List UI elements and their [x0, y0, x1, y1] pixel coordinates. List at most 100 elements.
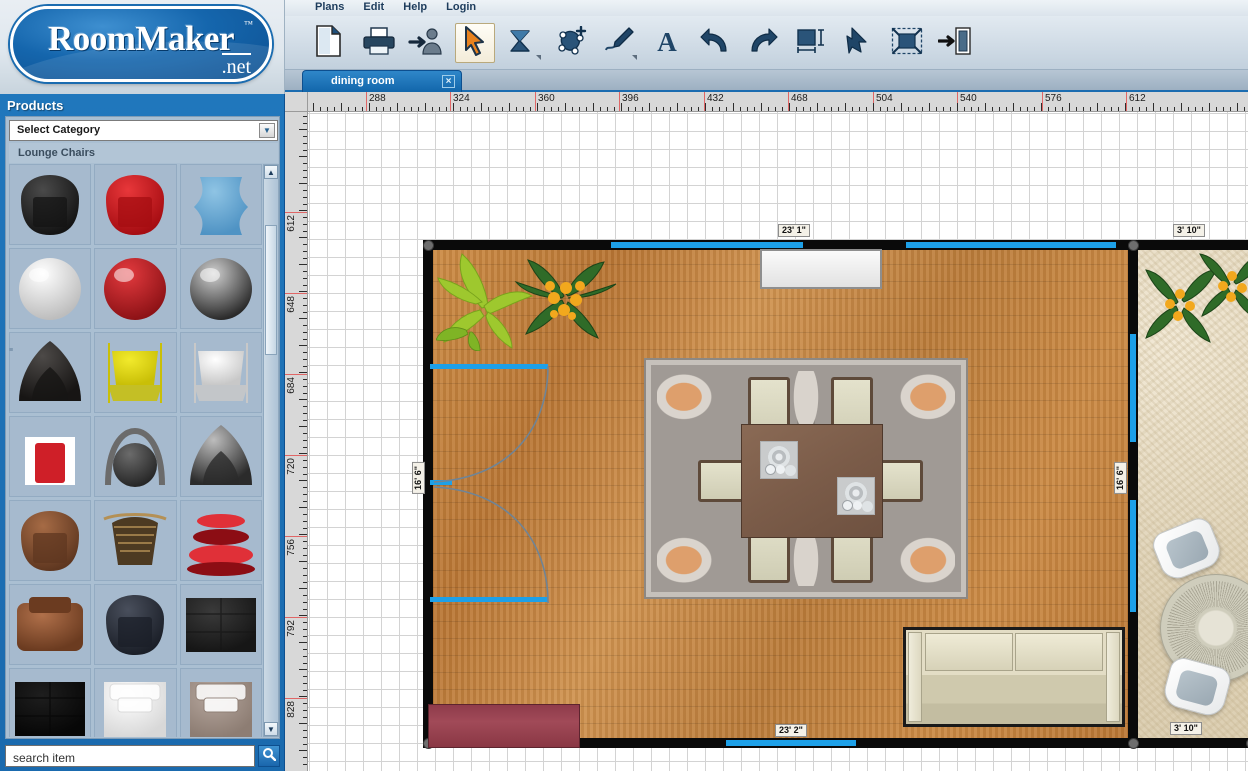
product-grey-ball-chair[interactable] [179, 248, 262, 329]
ruler-h-tick [607, 107, 608, 111]
product-brown-leather-tub-chair[interactable] [9, 500, 92, 581]
ruler-h-tick [880, 107, 881, 111]
scroll-down-icon[interactable]: ▼ [264, 722, 278, 736]
scroll-up-icon[interactable]: ▲ [264, 165, 278, 179]
product-rattan-egg-chair[interactable] [94, 500, 177, 581]
dim-right[interactable]: 16' 6" [1114, 462, 1127, 494]
window-top-left[interactable] [611, 242, 803, 248]
product-white-ball-chair[interactable] [9, 248, 92, 329]
ruler-v-tick [303, 358, 307, 360]
category-select[interactable]: Select Category ▼ [9, 120, 278, 141]
ruler-h-tick [1237, 103, 1238, 111]
menu-item-help[interactable]: Help [395, 0, 435, 14]
white-shell-chair-icon [181, 333, 261, 412]
product-taupe-bed[interactable] [179, 668, 262, 737]
menu-item-edit[interactable]: Edit [355, 0, 392, 14]
wall-node-top-left[interactable] [423, 240, 434, 251]
dim-top-main[interactable]: 23' 1" [778, 224, 810, 237]
search-button[interactable] [258, 745, 280, 767]
ruler-v-tick [303, 176, 307, 178]
window-right-lower[interactable] [1130, 500, 1136, 612]
tab-dining-room[interactable]: dining room × [302, 70, 462, 92]
draw-tool-button[interactable] [599, 23, 639, 63]
floor-plan[interactable]: 23' 1" 3' 10" 16' 6" 16' 6" 23' 2" 3' 10… [308, 112, 1248, 771]
ruler-v-tick [303, 392, 307, 394]
product-red-lounge-chair[interactable] [94, 164, 177, 245]
ruler-h-tick [1230, 107, 1231, 111]
red-cabinet[interactable] [428, 704, 580, 748]
scrollbar-thumb[interactable] [265, 225, 277, 355]
product-red-stacked-cushion-chair[interactable] [179, 500, 262, 581]
product-dark-plaid-sofa[interactable] [179, 584, 262, 665]
potted-plant-patio-right[interactable] [1196, 244, 1248, 322]
print-button[interactable] [359, 23, 399, 63]
select-tool-button[interactable] [455, 23, 495, 63]
wall-right[interactable] [1128, 240, 1138, 748]
ruler-h-label: 576 [1045, 93, 1062, 104]
window-right-upper[interactable] [1130, 334, 1136, 442]
menu-item-login[interactable]: Login [438, 0, 484, 14]
dim-bottom-right[interactable]: 3' 10" [1170, 722, 1202, 735]
product-red-ball-chair[interactable] [94, 248, 177, 329]
potted-plant-flowering-left[interactable] [514, 248, 618, 344]
product-white-red-armchair[interactable] [9, 416, 92, 497]
wall-node-bottom-right[interactable] [1128, 738, 1139, 749]
sofa[interactable] [903, 627, 1125, 727]
product-white-bed[interactable] [94, 668, 177, 737]
dim-bottom-main[interactable]: 23' 2" [775, 724, 807, 737]
wall-node-top-right[interactable] [1128, 240, 1139, 251]
product-brown-club-chair[interactable] [9, 584, 92, 665]
window-bottom[interactable] [726, 740, 856, 746]
door-swing-arcs [433, 365, 549, 604]
node-tool-button[interactable] [551, 23, 591, 63]
dim-top-right[interactable]: 3' 10" [1173, 224, 1205, 237]
chevron-down-icon[interactable]: ▼ [259, 123, 275, 138]
ruler-h-tick [404, 107, 405, 111]
ruler-v-tick [303, 460, 307, 461]
resize-button[interactable] [791, 23, 831, 63]
insert-door-button[interactable] [935, 23, 975, 63]
roommaker-logo[interactable]: RoomMaker ™ .net [10, 6, 272, 82]
panel-resize-grip[interactable]: ≡ [9, 347, 17, 361]
ruler-v-tick [303, 473, 307, 475]
dim-left[interactable]: 16' 6" [412, 462, 425, 494]
tab-close-icon[interactable]: × [442, 75, 455, 88]
horizontal-ruler[interactable]: 288 324 360 396 432 468 504 540 576 612 [308, 92, 1248, 112]
new-plan-button[interactable] [308, 23, 348, 63]
ruler-h-tick [516, 107, 517, 111]
window-top-right[interactable] [906, 242, 1116, 248]
product-black-daybed[interactable] [9, 668, 92, 737]
dining-table[interactable] [741, 424, 883, 538]
product-black-lounge-chair[interactable] [9, 164, 92, 245]
cursor-arrow-icon [463, 25, 487, 61]
wall-tool-button[interactable] [503, 23, 543, 63]
redo-button[interactable] [743, 23, 783, 63]
red-lounge-chair-icon [95, 165, 175, 244]
product-yellow-shell-chair[interactable] [94, 332, 177, 413]
product-navy-tub-chair[interactable] [94, 584, 177, 665]
product-grid-scrollbar[interactable]: ▲ ▼ [263, 164, 279, 737]
ruler-h-tick [481, 103, 482, 111]
resize-object-icon [795, 27, 827, 60]
ruler-h-tick [565, 103, 566, 111]
ruler-h-tick [425, 103, 426, 111]
ruler-h-tick [1111, 107, 1112, 111]
kitchen-counter[interactable] [760, 249, 882, 289]
ruler-v-tick [303, 446, 307, 448]
export-user-button[interactable] [406, 23, 446, 63]
text-tool-button[interactable]: A [647, 23, 687, 63]
move-button[interactable] [839, 23, 879, 63]
product-blue-wing-chair[interactable] [179, 164, 262, 245]
product-grey-mesh-pod-chair[interactable] [179, 416, 262, 497]
red-ball-chair-icon [95, 249, 175, 328]
vertical-ruler[interactable]: 612 648 684 720 756 792 828 [285, 112, 308, 771]
ruler-h-tick [705, 103, 706, 111]
undo-button[interactable] [695, 23, 735, 63]
product-black-pod-chair[interactable] [9, 332, 92, 413]
ruler-h-tick [1006, 107, 1007, 111]
fit-button[interactable] [887, 23, 927, 63]
search-input[interactable] [5, 745, 255, 767]
product-grey-hoop-chair[interactable] [94, 416, 177, 497]
menu-item-plans[interactable]: Plans [307, 0, 352, 14]
product-white-shell-chair[interactable] [179, 332, 262, 413]
